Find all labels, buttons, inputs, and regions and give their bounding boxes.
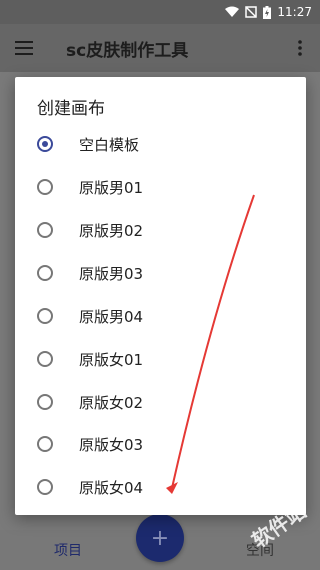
menu-button[interactable] <box>0 24 48 72</box>
option-female-01[interactable]: 原版女01 <box>15 338 306 380</box>
signal-off-icon <box>245 6 258 18</box>
option-label: 原版男01 <box>79 178 144 197</box>
option-female-04[interactable]: 原版女04 <box>15 466 306 508</box>
option-male-04[interactable]: 原版男04 <box>15 295 306 337</box>
radio-button[interactable] <box>37 308 53 324</box>
dialog-title: 创建画布 <box>37 99 105 119</box>
more-vert-icon <box>298 40 302 56</box>
app-bar: sc皮肤制作工具 <box>0 24 320 72</box>
add-button[interactable]: + <box>136 514 184 562</box>
radio-button[interactable] <box>37 479 53 495</box>
option-male-02[interactable]: 原版男02 <box>15 209 306 251</box>
wifi-icon <box>225 6 240 17</box>
radio-button[interactable] <box>37 179 53 195</box>
option-label: 空白模板 <box>79 135 140 154</box>
option-male-01[interactable]: 原版男01 <box>15 166 306 208</box>
option-label: 原版男02 <box>79 221 144 240</box>
status-time: 11:27 <box>277 5 312 19</box>
radio-button[interactable] <box>37 265 53 281</box>
plus-icon: + <box>150 525 170 551</box>
hamburger-icon <box>15 41 33 55</box>
option-label: 原版女03 <box>79 435 144 454</box>
option-label: 原版女01 <box>79 350 144 369</box>
option-female-03[interactable]: 原版女03 <box>15 423 306 465</box>
radio-button[interactable] <box>37 394 53 410</box>
option-blank-template[interactable]: 空白模板 <box>15 123 306 165</box>
option-label: 原版女04 <box>79 478 144 497</box>
radio-button[interactable] <box>37 436 53 452</box>
radio-button[interactable] <box>37 351 53 367</box>
status-bar: 11:27 <box>0 0 320 24</box>
more-options-button[interactable] <box>290 38 310 58</box>
option-label: 原版男04 <box>79 307 144 326</box>
radio-button[interactable] <box>37 136 53 152</box>
tab-projects[interactable]: 项目 <box>54 540 82 560</box>
create-canvas-dialog: 创建画布 空白模板 原版男01 原版男02 原版男03 原版男04 原版女01 … <box>15 77 306 515</box>
option-label: 原版女02 <box>79 393 144 412</box>
option-female-02[interactable]: 原版女02 <box>15 381 306 423</box>
radio-button[interactable] <box>37 222 53 238</box>
app-title: sc皮肤制作工具 <box>66 40 189 61</box>
option-label: 原版男03 <box>79 264 144 283</box>
option-male-03[interactable]: 原版男03 <box>15 252 306 294</box>
battery-charging-icon <box>263 5 272 19</box>
